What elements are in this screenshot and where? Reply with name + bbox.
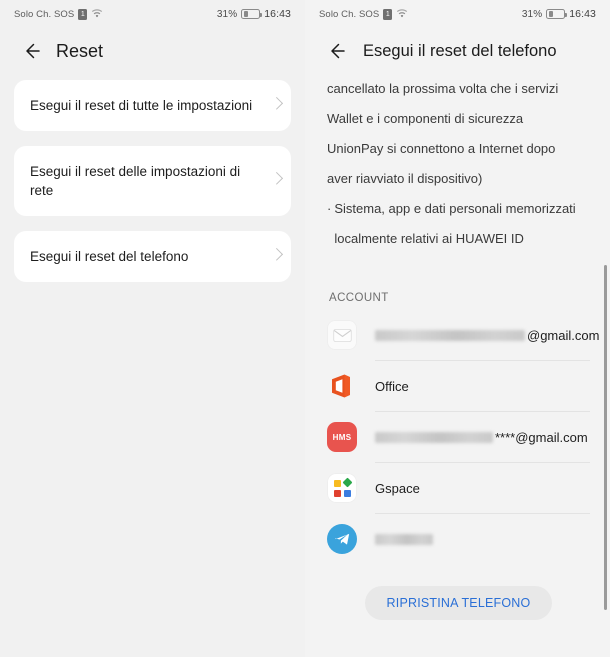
- bullet-item: · Sistema, app e dati personali memorizz…: [327, 194, 590, 254]
- paragraph-line: cancellato la prossima volta che i servi…: [327, 81, 559, 96]
- page-title: Esegui il reset del telefono: [363, 41, 557, 60]
- account-row-office[interactable]: Office: [327, 361, 590, 411]
- sim-badge-icon: 1: [78, 8, 88, 20]
- paragraph-line: aver riavviato il dispositivo): [327, 171, 483, 186]
- account-domain: @gmail.com: [527, 327, 600, 343]
- battery-percent-label: 31%: [521, 8, 543, 20]
- reset-phone-label: Esegui il reset del telefono: [30, 249, 189, 264]
- chevron-right-icon: [270, 247, 284, 261]
- telegram-icon: [327, 524, 357, 554]
- account-label-gspace: Gspace: [375, 480, 420, 496]
- account-label-office: Office: [375, 378, 409, 394]
- bullet-text: Sistema, app e dati personali memorizzat…: [334, 194, 575, 254]
- clock-label: 16:43: [569, 8, 596, 20]
- carrier-label: Solo Ch. SOS: [319, 8, 380, 20]
- battery-percent-label: 31%: [216, 8, 238, 20]
- status-bar-left: Solo Ch. SOS 1 31% 16:43: [0, 0, 305, 28]
- clock-label: 16:43: [264, 8, 291, 20]
- reset-phone-content: cancellato la prossima volta che i servi…: [305, 74, 610, 657]
- redacted-text: [375, 431, 493, 443]
- account-row-gmail[interactable]: @gmail.com: [327, 310, 599, 360]
- status-right-group: 31% 16:43: [217, 8, 291, 20]
- hms-icon: HMS: [327, 422, 357, 452]
- account-row-telegram[interactable]: [327, 514, 590, 564]
- account-row-gspace[interactable]: Gspace: [327, 463, 590, 513]
- restore-button-container: RIPRISTINA TELEFONO: [327, 586, 590, 620]
- paragraph-line: UnionPay si connettono a Internet dopo: [327, 141, 556, 156]
- redacted-text: [375, 329, 525, 341]
- paragraph-line: Wallet e i componenti di sicurezza: [327, 111, 524, 126]
- back-arrow-icon[interactable]: [18, 38, 44, 64]
- reset-network-settings-item[interactable]: Esegui il reset delle impostazioni di re…: [14, 146, 291, 216]
- accounts-list: @gmail.com Office HMS ****@gmail.com Gsp…: [327, 310, 599, 564]
- account-label-telegram: [375, 533, 435, 545]
- battery-icon: [241, 9, 263, 19]
- vertical-scrollbar[interactable]: [604, 265, 607, 610]
- account-section-header: ACCOUNT: [329, 292, 389, 304]
- page-title: Reset: [56, 40, 104, 61]
- bullet-line: localmente relativi ai HUAWEI ID: [334, 231, 524, 246]
- back-arrow-icon[interactable]: [323, 38, 349, 64]
- right-title-bar: Esegui il reset del telefono: [305, 28, 610, 74]
- account-label-gmail: @gmail.com: [375, 328, 599, 343]
- sim-badge-icon: 1: [383, 8, 393, 20]
- reset-options-list: Esegui il reset di tutte le impostazioni…: [0, 74, 305, 282]
- gspace-icon: [327, 473, 357, 503]
- left-panel-reset: Solo Ch. SOS 1 31% 16:43 Reset Esegui il…: [0, 0, 305, 657]
- bullet-marker: ·: [327, 201, 332, 216]
- status-left-group: Solo Ch. SOS 1: [319, 8, 408, 20]
- restore-phone-button[interactable]: RIPRISTINA TELEFONO: [364, 586, 553, 620]
- reset-phone-item[interactable]: Esegui il reset del telefono: [14, 231, 291, 282]
- reset-all-settings-item[interactable]: Esegui il reset di tutte le impostazioni: [14, 80, 291, 131]
- chevron-right-icon: [270, 171, 284, 185]
- mail-icon: [327, 320, 357, 350]
- wifi-icon: [91, 9, 103, 19]
- status-right-group: 31% 16:43: [522, 8, 596, 20]
- left-title-bar: Reset: [0, 28, 305, 74]
- redacted-text: [375, 533, 433, 545]
- battery-icon: [546, 9, 568, 19]
- description-paragraph: cancellato la prossima volta che i servi…: [327, 74, 590, 194]
- reset-all-settings-label: Esegui il reset di tutte le impostazioni: [30, 98, 253, 113]
- account-row-hms[interactable]: HMS ****@gmail.com: [327, 412, 590, 462]
- wifi-icon: [396, 9, 408, 19]
- chevron-right-icon: [270, 96, 284, 110]
- bullet-line: Sistema, app e dati personali memorizzat…: [334, 201, 576, 216]
- account-domain: ****@gmail.com: [495, 429, 588, 445]
- status-bar-right: Solo Ch. SOS 1 31% 16:43: [305, 0, 610, 28]
- account-label-hms: ****@gmail.com: [375, 430, 588, 445]
- dual-panel-screenshot: Solo Ch. SOS 1 31% 16:43 Reset Esegui il…: [0, 0, 610, 657]
- reset-network-settings-label: Esegui il reset delle impostazioni di re…: [30, 164, 241, 198]
- office-icon: [327, 371, 357, 401]
- status-left-group: Solo Ch. SOS 1: [14, 8, 103, 20]
- carrier-label: Solo Ch. SOS: [14, 8, 75, 20]
- right-panel-reset-phone: Solo Ch. SOS 1 31% 16:43 Esegui il reset…: [305, 0, 610, 657]
